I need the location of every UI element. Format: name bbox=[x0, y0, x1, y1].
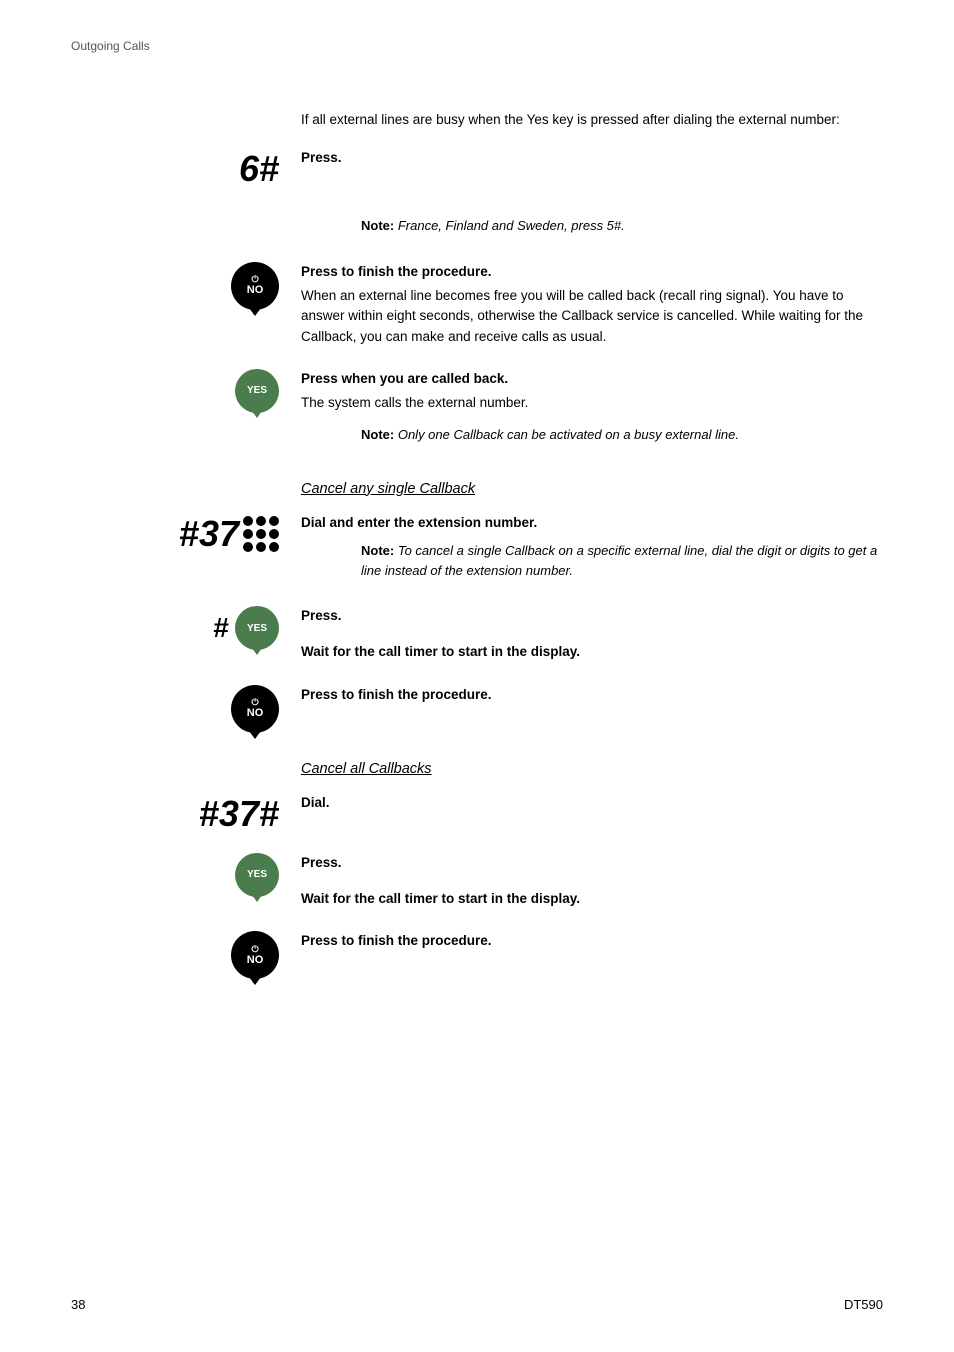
page-header: Outgoing Calls bbox=[71, 39, 150, 53]
step-icon-yes1: YES bbox=[71, 369, 301, 413]
37hash-label: #37# bbox=[199, 793, 279, 835]
note1-content: Note: France, Finland and Sweden, press … bbox=[301, 208, 883, 244]
step-icon-yes2: YES bbox=[71, 853, 301, 897]
note2-block: Note: Only one Callback can be activated… bbox=[361, 425, 883, 445]
note3-block: Note: To cancel a single Callback on a s… bbox=[361, 541, 883, 580]
step-dial-37star: #37 Dial an bbox=[71, 513, 883, 588]
step-no-finish3: ⏻ NO Press to finish the procedure. bbox=[71, 931, 883, 979]
step-content-no2: Press to finish the procedure. bbox=[301, 685, 883, 709]
step-icon-no1: ⏻ NO bbox=[71, 262, 301, 310]
main-content: If all external lines are busy when the … bbox=[71, 110, 883, 997]
no-button-2: ⏻ NO bbox=[231, 685, 279, 733]
yes-button-1: YES bbox=[235, 369, 279, 413]
step-no-finish2: ⏻ NO Press to finish the procedure. bbox=[71, 685, 883, 733]
note1-block: Note: France, Finland and Sweden, press … bbox=[361, 216, 883, 236]
header-title: Outgoing Calls bbox=[71, 39, 150, 53]
step-yes-callback: YES Press when you are called back. The … bbox=[71, 369, 883, 453]
step-icon-no2: ⏻ NO bbox=[71, 685, 301, 733]
note1-row: Note: France, Finland and Sweden, press … bbox=[71, 208, 883, 244]
step-hash-yes: # YES Press. Wait for the call timer to … bbox=[71, 606, 883, 667]
no-button-3: ⏻ NO bbox=[231, 931, 279, 979]
step-icon-hash-yes: # YES bbox=[71, 606, 301, 650]
yes-button-3: YES bbox=[235, 853, 279, 897]
step-content-no3: Press to finish the procedure. bbox=[301, 931, 883, 955]
step-yes-press2: YES Press. Wait for the call timer to st… bbox=[71, 853, 883, 914]
keypad-grid bbox=[243, 516, 279, 552]
step-6hash: 6# Press. bbox=[71, 148, 883, 190]
step-content-hash-yes: Press. Wait for the call timer to start … bbox=[301, 606, 883, 667]
dial-37star-combo: #37 bbox=[179, 513, 279, 555]
no-button-1: ⏻ NO bbox=[231, 262, 279, 310]
section-cancel-single-heading: Cancel any single Callback bbox=[301, 481, 883, 497]
section-cancel-all-heading: Cancel all Callbacks bbox=[301, 761, 883, 777]
page-number: 38 bbox=[71, 1297, 85, 1312]
step-icon-37star: #37 bbox=[71, 513, 301, 555]
step-content-6hash: Press. bbox=[301, 148, 883, 168]
intro-text: If all external lines are busy when the … bbox=[301, 110, 883, 130]
step-no-finish: ⏻ NO Press to finish the procedure. When… bbox=[71, 262, 883, 351]
yes-button-2: YES bbox=[235, 606, 279, 650]
step-content-37star: Dial and enter the extension number. Not… bbox=[301, 513, 883, 588]
step-icon-no3: ⏻ NO bbox=[71, 931, 301, 979]
step-content-yes1: Press when you are called back. The syst… bbox=[301, 369, 883, 453]
step-icon-6hash: 6# bbox=[71, 148, 301, 190]
step-dial-37hash: #37# Dial. bbox=[71, 793, 883, 835]
model-name: DT590 bbox=[844, 1297, 883, 1312]
step-content-yes2: Press. Wait for the call timer to start … bbox=[301, 853, 883, 914]
hash-yes-combo: # YES bbox=[213, 606, 279, 650]
step-content-37hash: Dial. bbox=[301, 793, 883, 817]
6hash-label: 6# bbox=[239, 148, 279, 190]
step-content-no1: Press to finish the procedure. When an e… bbox=[301, 262, 883, 351]
step-icon-37hash: #37# bbox=[71, 793, 301, 835]
